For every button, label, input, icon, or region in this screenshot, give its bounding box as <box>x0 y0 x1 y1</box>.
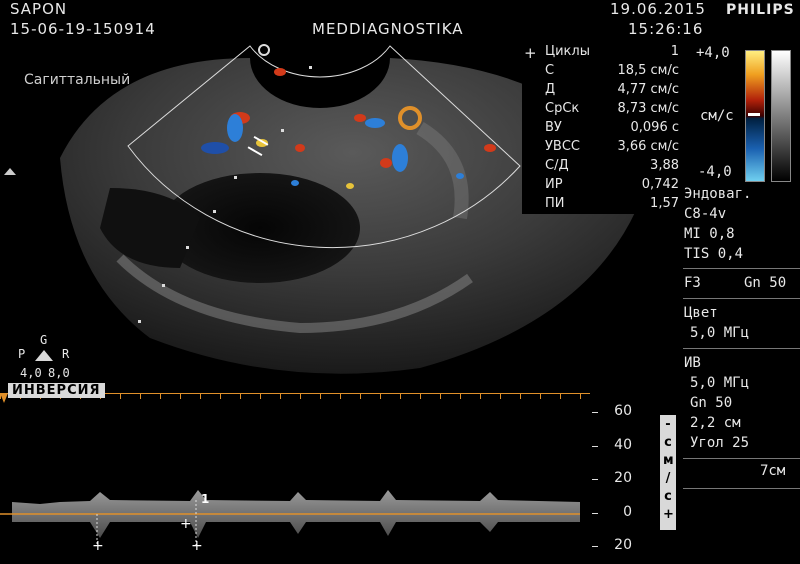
orientation-right-label: R <box>62 347 70 361</box>
scale-tick-label: 20 <box>614 470 632 486</box>
measurement-label: С <box>545 63 555 78</box>
probe-orientation-icon <box>258 44 270 56</box>
measurement-value: 3,88 <box>650 158 679 173</box>
pw-mode-label: ИВ <box>684 355 701 371</box>
thermal-index: TIS 0,4 <box>684 246 744 262</box>
patient-name: SAPON <box>10 0 68 18</box>
measurement-value: 18,5 см/с <box>617 63 679 78</box>
unit-char: м <box>663 453 674 468</box>
doppler-angle: Угол 25 <box>690 435 750 451</box>
plane-label: Сагиттальный <box>24 72 131 88</box>
scale-tick-mark <box>592 546 598 547</box>
panel-divider <box>683 348 800 349</box>
scale-tick-label: 40 <box>614 436 632 453</box>
measurement-value: 0,742 <box>641 177 679 192</box>
measurement-value: 0,096 с <box>630 120 680 135</box>
scale-tick-mark <box>592 412 598 413</box>
orientation-left-label: P <box>18 347 26 361</box>
exam-date: 19.06.2015 <box>610 0 706 18</box>
panel-divider <box>683 488 800 489</box>
probe-preset: Эндоваг. <box>684 186 752 202</box>
doppler-start-marker-icon <box>0 393 8 403</box>
unit-char: с <box>664 435 672 450</box>
institution-name: MEDDIAGNOSTIKA <box>312 20 464 38</box>
caliper-cross-icon: + <box>191 538 203 554</box>
sample-volume-size: 2,2 см <box>690 415 741 431</box>
color-mode-label: Цвет <box>684 305 718 321</box>
unit-char: / <box>665 471 671 486</box>
scale-tick-label: 60 <box>614 403 632 419</box>
pw-gain: Gn 50 <box>690 395 733 411</box>
scale-tick-label: 20 <box>614 537 632 553</box>
measurement-cursor-icon: + <box>524 44 537 62</box>
grayscale-bar <box>771 50 791 182</box>
measurement-value: 4,77 см/с <box>617 82 679 97</box>
scale-tick-mark <box>592 479 598 480</box>
pw-frequency: 5,0 МГц <box>690 375 750 391</box>
color-scale-min: -4,0 <box>698 164 732 180</box>
measurement-label: СрСк <box>545 101 580 116</box>
measurement-value: 3,66 см/с <box>617 139 679 154</box>
probe-model: C8-4v <box>684 206 727 222</box>
unit-char: + <box>663 507 674 522</box>
color-scale-bar <box>745 50 765 182</box>
caliper-cross-icon: + <box>180 516 192 532</box>
measurement-label: Циклы <box>545 44 590 59</box>
frequency-mode: F3 <box>684 275 701 291</box>
measurement-value: 1,57 <box>650 196 679 211</box>
depth-marker-icon <box>4 168 16 175</box>
sweep-speed: 7см <box>760 463 786 479</box>
panel-divider <box>683 268 800 269</box>
mechanical-index: MI 0,8 <box>684 226 735 242</box>
measurement-label: С/Д <box>545 158 569 173</box>
exam-time: 15:26:16 <box>628 20 704 38</box>
measurement-label: ИР <box>545 177 563 192</box>
color-scale-max: +4,0 <box>696 45 730 61</box>
orientation-scale-left: 4,0 <box>20 366 42 380</box>
unit-char: - <box>665 417 671 432</box>
scale-tick-mark <box>592 512 598 514</box>
baseline-marker-icon <box>748 113 760 116</box>
panel-divider <box>683 298 800 299</box>
gain-2d: Gn 50 <box>744 275 787 291</box>
panel-divider <box>683 458 800 459</box>
doppler-spectrum: + + + <box>0 490 580 554</box>
caliper-cross-icon: + <box>92 538 104 554</box>
color-frequency: 5,0 МГц <box>690 325 750 341</box>
color-scale-unit: см/с <box>700 108 734 124</box>
cursor-label: 1 <box>201 492 210 506</box>
measurement-label: УВСС <box>545 139 580 154</box>
orientation-top-label: G <box>40 333 48 347</box>
measurement-value: 8,73 см/с <box>617 101 679 116</box>
measurement-label: ВУ <box>545 120 562 135</box>
unit-char: с <box>664 489 672 504</box>
measurement-label: Д <box>545 82 556 97</box>
orientation-scale-right: 8,0 <box>48 366 70 380</box>
scale-tick-label: 0 <box>623 503 632 520</box>
measurement-label: ПИ <box>545 196 565 211</box>
inversion-badge[interactable]: ИНВЕРСИЯ <box>8 383 105 398</box>
scale-tick-mark <box>592 445 598 447</box>
orientation-triangle-icon <box>35 350 53 361</box>
measurement-value: 1 <box>670 44 679 59</box>
brand-logo: PHILIPS <box>726 2 795 18</box>
exam-id: 15-06-19-150914 <box>10 20 156 38</box>
